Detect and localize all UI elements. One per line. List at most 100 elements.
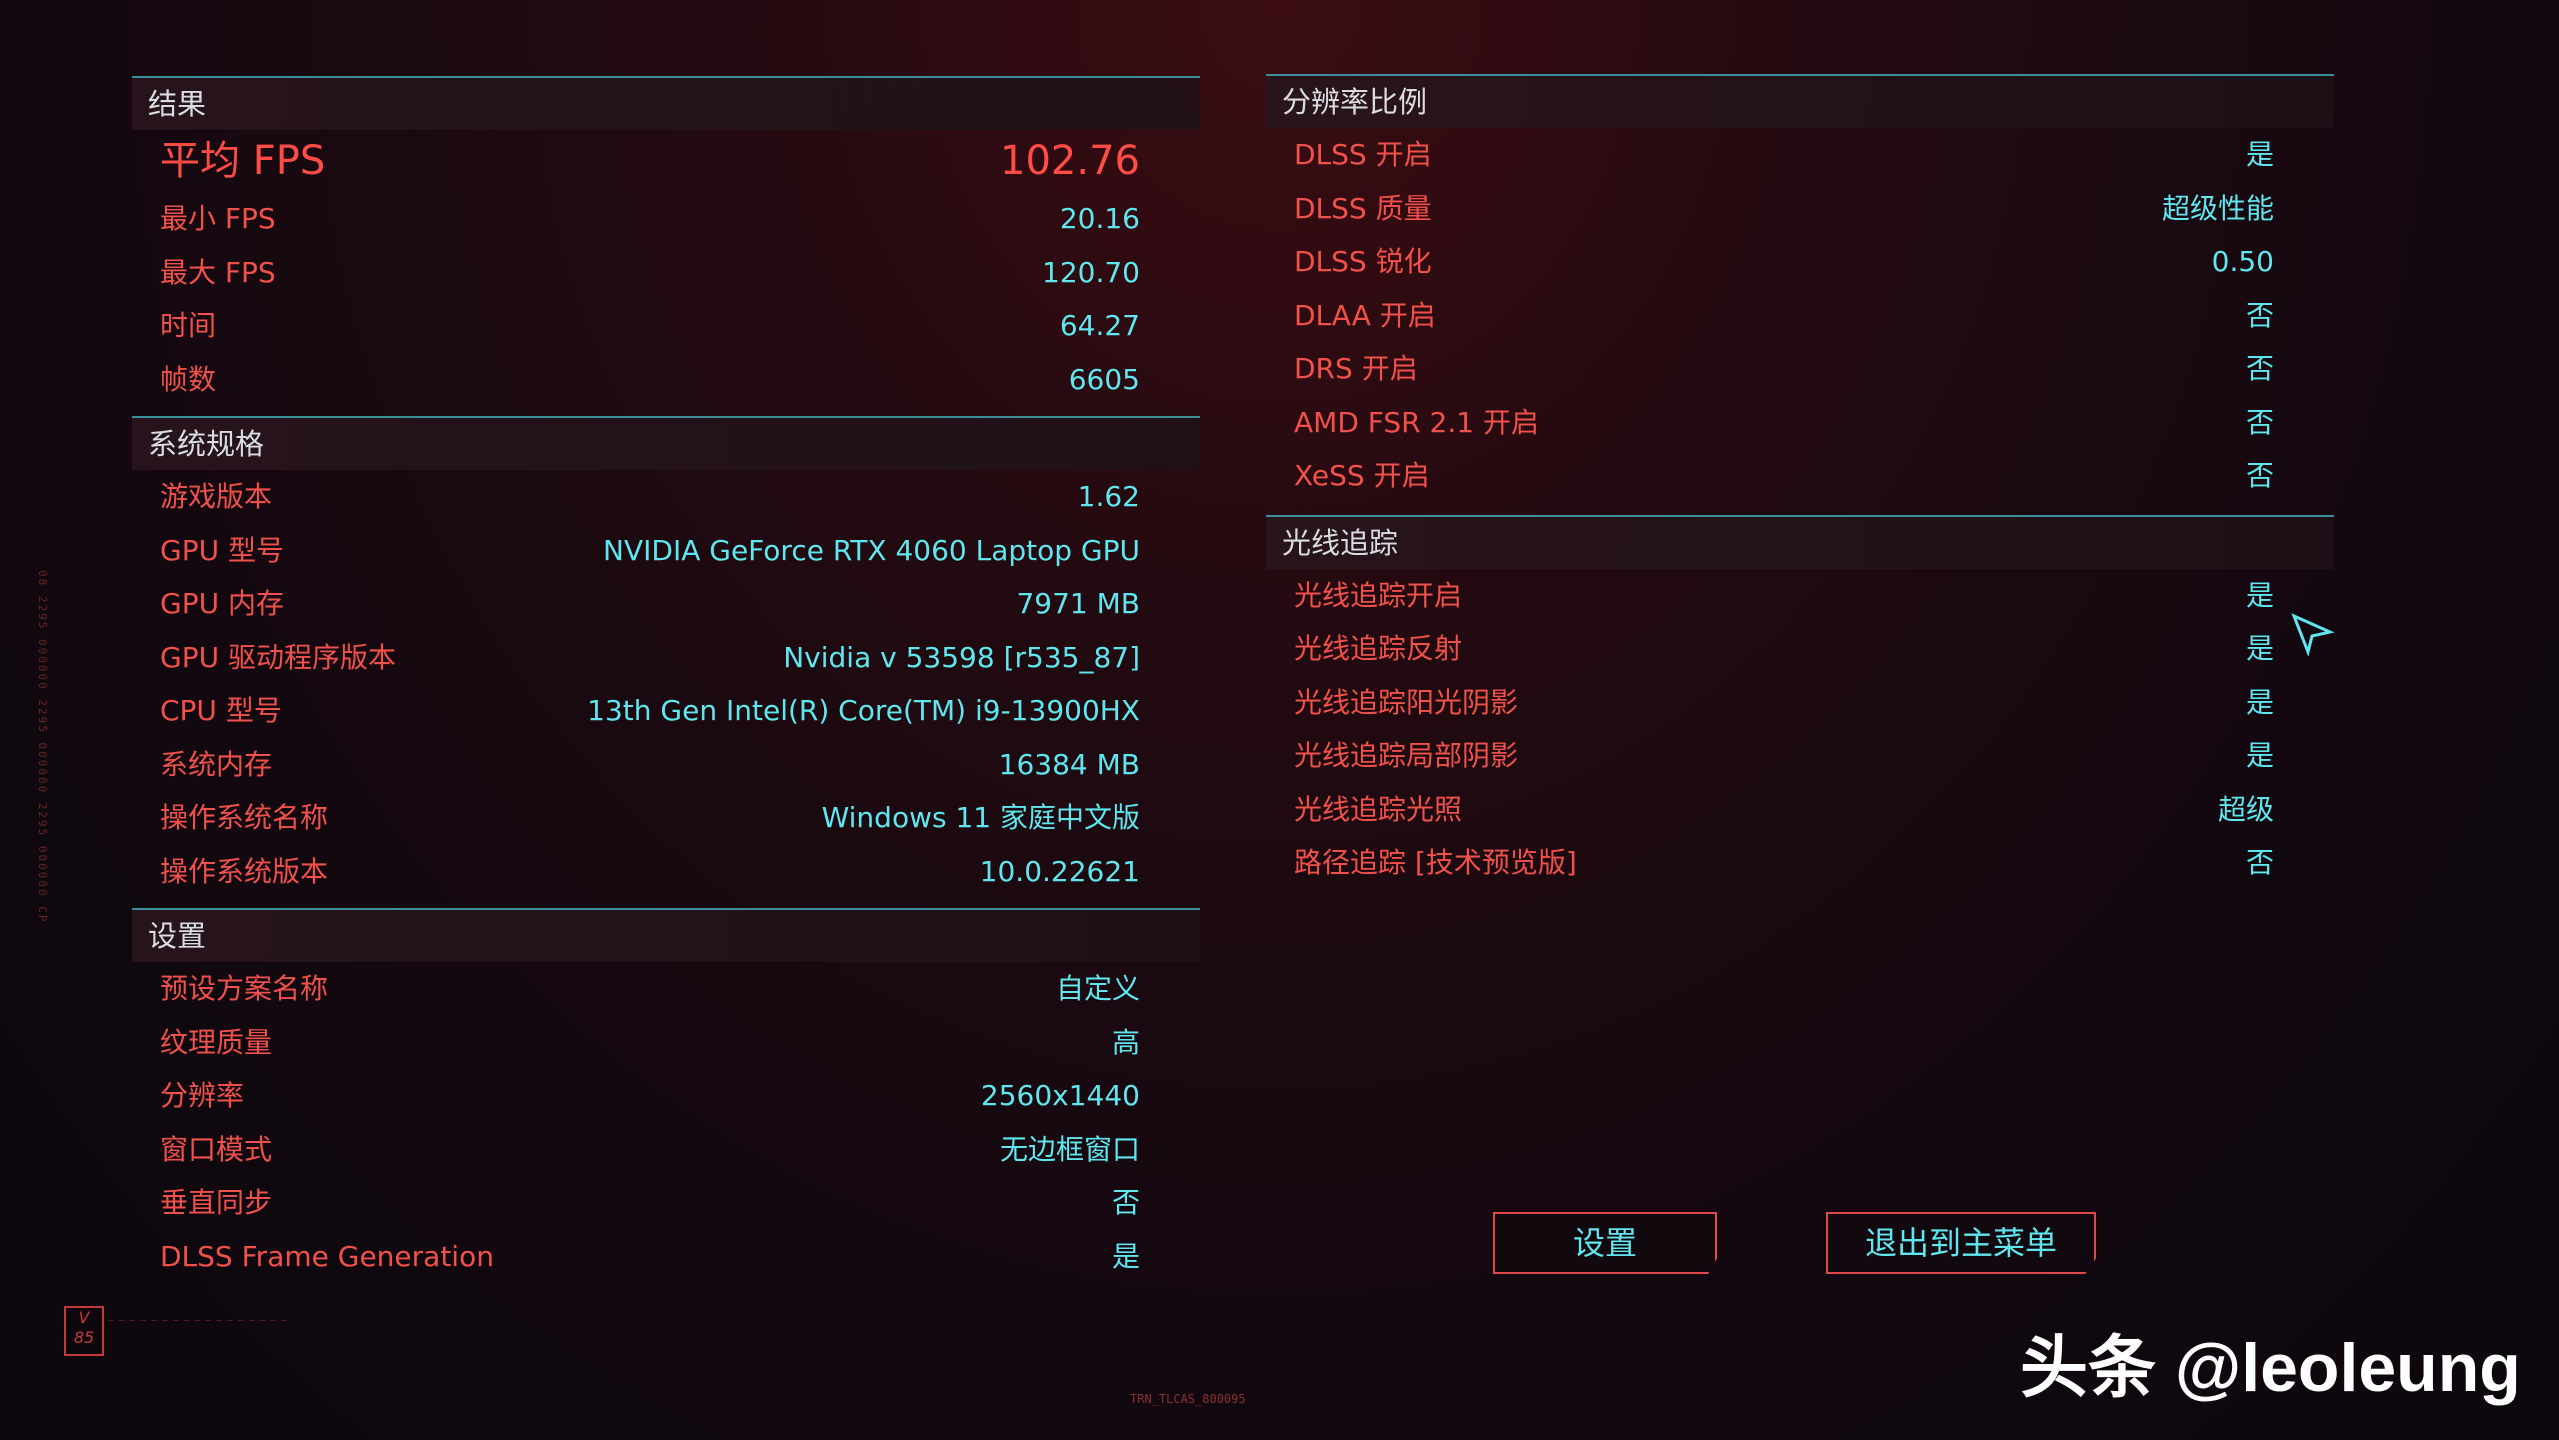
- scaling-row: XeSS 开启 否: [1266, 449, 2334, 503]
- system-value: NVIDIA GeForce RTX 4060 Laptop GPU: [603, 533, 1140, 567]
- settings-row: 预设方案名称 自定义: [132, 962, 1200, 1016]
- scaling-label: DLSS 开启: [1294, 138, 1432, 171]
- system-value: 13th Gen Intel(R) Core(TM) i9-13900HX: [587, 694, 1140, 727]
- scaling-label: DLAA 开启: [1294, 298, 1436, 332]
- watermark: 头条 @leoleung: [2020, 1330, 2521, 1406]
- result-value: 6605: [1068, 362, 1140, 396]
- settings-label: DLSS Frame Generation: [160, 1239, 494, 1273]
- fine-print: — — — — — — — — — — — — — — — — —: [108, 1316, 287, 1326]
- system-row: GPU 型号 NVIDIA GeForce RTX 4060 Laptop GPU: [132, 524, 1200, 578]
- result-label: 最大 FPS: [160, 255, 276, 289]
- scaling-row: DRS 开启 否: [1266, 342, 2334, 396]
- settings-value: 无边框窗口: [999, 1132, 1140, 1166]
- resolution-scaling-section: 分辨率比例 DLSS 开启 是 DLSS 质量 超级性能 DLSS 锐化 0.50 D…: [1266, 74, 2334, 503]
- scaling-value: 超级性能: [2161, 191, 2274, 225]
- rt-value: 否: [2245, 846, 2274, 879]
- rt-row: 光线追踪开启 是: [1266, 569, 2334, 623]
- settings-row: 分辨率 2560x1440: [132, 1069, 1200, 1123]
- rt-value: 是: [2245, 632, 2274, 665]
- rt-label: 光线追踪反射: [1294, 632, 1463, 665]
- rt-value: 是: [2245, 739, 2274, 772]
- scaling-row: DLSS 质量 超级性能: [1266, 182, 2334, 236]
- system-label: 操作系统版本: [160, 854, 329, 888]
- rt-label: 光线追踪局部阴影: [1294, 739, 1519, 772]
- settings-value: 2560x1440: [980, 1079, 1140, 1112]
- rt-value: 是: [2245, 578, 2274, 612]
- settings-label: 分辨率: [160, 1079, 245, 1112]
- settings-label: 纹理质量: [160, 1025, 273, 1059]
- system-label: 操作系统名称: [160, 801, 329, 834]
- rt-value: 超级: [2217, 792, 2274, 826]
- system-label: GPU 内存: [160, 587, 284, 620]
- settings-value: 是: [1111, 1239, 1140, 1273]
- rt-row: 光线追踪局部阴影 是: [1266, 729, 2334, 783]
- scaling-label: DLSS 锐化: [1294, 245, 1432, 278]
- right-panel: 分辨率比例 DLSS 开启是 DLSS 质量 超级性能 DLSS 锐化 0.50 D…: [1266, 74, 2334, 890]
- result-row: 最小 FPS 20.16: [132, 192, 1200, 246]
- bottom-tag: TRN_TLCAS_800095: [1130, 1392, 1246, 1406]
- settings-section: 设置 预设方案名称 自定义 纹理质量 高 分辨率 2560x1440 窗口模式 无边框窗…: [132, 908, 1200, 1283]
- system-row: GPU 驱动程序版本 Nvidia v 53598 [r535_87]: [132, 631, 1200, 685]
- system-row: 游戏版本 1.62: [132, 470, 1200, 524]
- rt-label: 光线追踪光照: [1294, 792, 1463, 826]
- rt-row: 光线追踪反射 是: [1266, 622, 2334, 676]
- scaling-row: DLSS 开启 是: [1266, 128, 2334, 182]
- results-section: 结果 平均 FPS 102.76 最小 FPS 20.16 最大 FPS 120.7…: [132, 76, 1200, 406]
- system-row: 系统内存 16384 MB: [132, 738, 1200, 792]
- result-label: 最小 FPS: [160, 202, 276, 235]
- system-label: GPU 型号: [160, 533, 284, 567]
- system-label: CPU 型号: [160, 694, 282, 727]
- result-row: 最大 FPS 120.70: [132, 246, 1200, 300]
- system-row: CPU 型号 13th Gen Intel(R) Core(TM) i9-1390…: [132, 684, 1200, 738]
- system-label: 系统内存: [160, 747, 273, 781]
- rt-value: 是: [2245, 685, 2274, 719]
- settings-label: 窗口模式: [160, 1132, 273, 1166]
- settings-value: 高: [1111, 1025, 1140, 1059]
- result-label: 时间: [160, 309, 217, 342]
- ray-tracing-header: 光线追踪: [1266, 514, 2334, 569]
- exit-to-main-menu-button[interactable]: 退出到主菜单: [1826, 1212, 2096, 1274]
- avg-fps-label: 平均 FPS: [160, 138, 326, 184]
- results-header: 结果: [132, 76, 1200, 130]
- system-header: 系统规格: [132, 416, 1200, 470]
- system-value: 10.0.22621: [979, 854, 1140, 888]
- scaling-value: 否: [2245, 459, 2274, 492]
- system-value: Windows 11 家庭中文版: [821, 801, 1140, 834]
- settings-button[interactable]: 设置: [1493, 1212, 1717, 1274]
- scaling-value: 否: [2245, 298, 2274, 332]
- settings-header: 设置: [132, 908, 1200, 962]
- result-label: 帧数: [160, 362, 217, 396]
- rt-row: 光线追踪阳光阴影 是: [1266, 676, 2334, 730]
- rt-row: 光线追踪光照 超级: [1266, 783, 2334, 837]
- rt-label: 路径追踪 [技术预览版]: [1294, 846, 1577, 879]
- scaling-value: 否: [2245, 352, 2274, 385]
- system-value: 7971 MB: [1016, 587, 1140, 620]
- scaling-value: 0.50: [2211, 245, 2274, 278]
- settings-row: 垂直同步 否: [132, 1176, 1200, 1230]
- system-label: 游戏版本: [160, 480, 273, 513]
- settings-label: 预设方案名称: [160, 972, 329, 1005]
- system-value: 1.62: [1077, 480, 1140, 513]
- scaling-row: DLSS 锐化 0.50: [1266, 235, 2334, 289]
- settings-label: 垂直同步: [160, 1186, 273, 1219]
- ray-tracing-section: 光线追踪 光线追踪开启是 光线追踪反射是 光线追踪阳光阴影是 光线追踪局部阴影是…: [1266, 514, 2334, 890]
- rt-label: 光线追踪开启: [1294, 578, 1463, 612]
- settings-value: 自定义: [1055, 972, 1140, 1005]
- settings-row: DLSS Frame Generation 是: [132, 1230, 1200, 1284]
- avg-fps-row: 平均 FPS 102.76: [132, 130, 1200, 192]
- corner-logo: V 85: [64, 1306, 104, 1356]
- system-section: 系统规格 游戏版本 1.62 GPU 型号 NVIDIA GeForce RTX 4…: [132, 416, 1200, 898]
- settings-value: 否: [1111, 1186, 1140, 1219]
- system-row: 操作系统版本 10.0.22621: [132, 845, 1200, 899]
- system-label: GPU 驱动程序版本: [160, 640, 396, 674]
- scaling-label: AMD FSR 2.1 开启: [1294, 405, 1539, 439]
- rt-label: 光线追踪阳光阴影: [1294, 685, 1519, 719]
- system-value: 16384 MB: [998, 747, 1140, 781]
- scaling-label: DLSS 质量: [1294, 191, 1432, 225]
- mouse-cursor-icon: [2290, 612, 2335, 660]
- system-value: Nvidia v 53598 [r535_87]: [783, 640, 1140, 674]
- scaling-row: DLAA 开启 否: [1266, 289, 2334, 343]
- resolution-scaling-header: 分辨率比例: [1266, 74, 2334, 128]
- scaling-label: XeSS 开启: [1294, 459, 1430, 492]
- side-decoration: 08 2295 000000 2295 000000 2295 000000 C…: [36, 570, 49, 924]
